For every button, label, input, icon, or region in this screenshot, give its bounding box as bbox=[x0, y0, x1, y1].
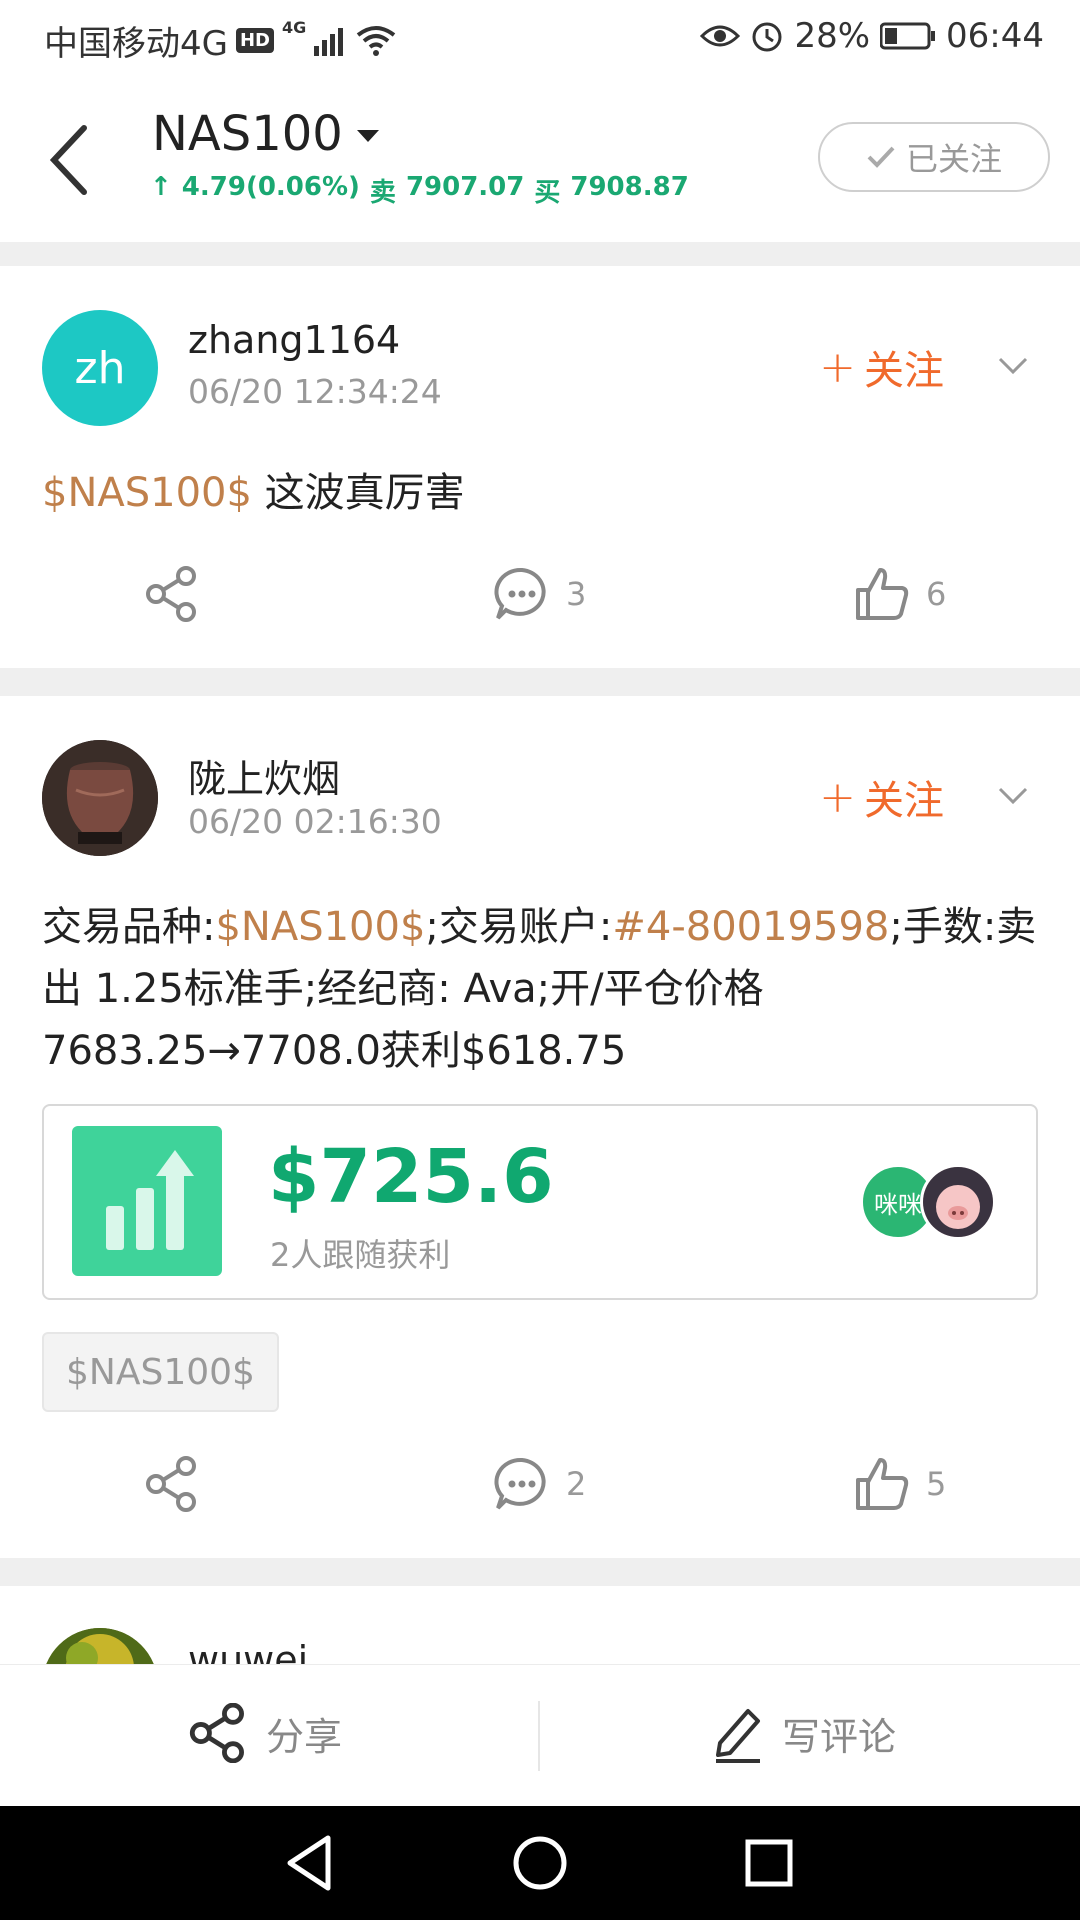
bar-divider bbox=[538, 1701, 540, 1771]
bar-chart-icon bbox=[72, 1126, 222, 1276]
comment-count: 3 bbox=[566, 575, 587, 613]
symbol-tag-link[interactable]: $NAS100$ bbox=[42, 470, 252, 516]
bottom-action-bar: 分享 写评论 bbox=[0, 1664, 1080, 1806]
nav-back-icon[interactable] bbox=[276, 1828, 346, 1898]
follow-label: 关注 bbox=[864, 348, 944, 394]
eye-icon bbox=[700, 25, 741, 47]
comment-action[interactable]: 3 bbox=[494, 566, 586, 622]
clock: 06:44 bbox=[946, 16, 1044, 56]
quote-sell-label: 卖 bbox=[369, 178, 396, 208]
post-card: zh zhang1164 06/20 12:34:24 + 关注 $NAS100… bbox=[0, 266, 1080, 668]
post-time: 06/20 12:34:24 bbox=[188, 372, 442, 411]
post-text-part: 交易品种: bbox=[42, 904, 216, 950]
share-button[interactable]: 分享 bbox=[188, 1703, 342, 1763]
vase-image bbox=[42, 740, 158, 856]
landscape-avatar-image bbox=[42, 1628, 158, 1664]
avatar[interactable]: zh bbox=[42, 310, 158, 426]
follow-button[interactable]: + 关注 bbox=[819, 338, 944, 396]
like-action[interactable]: 6 bbox=[854, 566, 946, 622]
quote-buy: 7908.87 bbox=[570, 172, 689, 202]
nav-recents-icon[interactable] bbox=[734, 1828, 804, 1898]
followed-label: 已关注 bbox=[905, 140, 1002, 178]
section-divider bbox=[0, 1558, 1080, 1586]
header: NAS100 ↑ 4.79(0.06%) 卖 7907.07 买 7908.87… bbox=[0, 76, 1080, 242]
follower-avatar bbox=[920, 1164, 996, 1240]
chevron-down-icon[interactable] bbox=[998, 780, 1028, 810]
quote-change: 4.79(0.06%) bbox=[181, 172, 360, 202]
post-actions: 3 6 bbox=[0, 566, 1080, 646]
system-nav-bar bbox=[0, 1806, 1080, 1920]
share-icon bbox=[146, 566, 196, 622]
post-body: 这波真厉害 bbox=[251, 470, 465, 516]
post-time: 06/20 02:16:30 bbox=[188, 802, 442, 841]
avatar[interactable] bbox=[42, 1628, 158, 1664]
status-left: 中国移动4G HD 4G bbox=[44, 16, 396, 65]
username[interactable]: wuwei bbox=[188, 1638, 308, 1664]
follow-button[interactable]: + 关注 bbox=[819, 768, 944, 826]
post-card: wuwei bbox=[0, 1586, 1080, 1664]
comment-bubble-icon bbox=[494, 567, 546, 620]
up-arrow-icon: ↑ bbox=[150, 172, 172, 202]
battery-percent: 28% bbox=[794, 16, 871, 56]
profit-subtitle: 2人跟随获利 bbox=[270, 1236, 451, 1274]
avatar-text: zh bbox=[74, 342, 126, 394]
symbol-tag-link[interactable]: $NAS100$ bbox=[215, 904, 425, 950]
quote-sell: 7907.07 bbox=[405, 172, 525, 202]
plus-icon: + bbox=[819, 771, 856, 823]
network-label: 4G bbox=[282, 18, 307, 37]
check-icon bbox=[867, 146, 895, 168]
thumbs-up-icon bbox=[856, 1458, 909, 1510]
chevron-down-icon[interactable] bbox=[998, 350, 1028, 380]
write-comment-button[interactable]: 写评论 bbox=[712, 1703, 896, 1763]
dropdown-caret-icon bbox=[356, 130, 379, 142]
comment-count: 2 bbox=[566, 1465, 587, 1503]
avatar[interactable] bbox=[42, 740, 158, 856]
symbol-chip[interactable]: $NAS100$ bbox=[42, 1332, 279, 1412]
post-actions: 2 5 bbox=[0, 1456, 1080, 1536]
post-text-part: ;交易账户: bbox=[425, 904, 613, 950]
wifi-icon bbox=[357, 25, 396, 56]
symbol-title: NAS100 bbox=[152, 106, 343, 162]
pencil-icon bbox=[716, 1709, 760, 1763]
battery-icon bbox=[880, 22, 936, 50]
like-action[interactable]: 5 bbox=[854, 1456, 946, 1512]
back-arrow-icon[interactable] bbox=[40, 120, 104, 200]
alarm-icon bbox=[752, 22, 782, 52]
thumbs-up-icon bbox=[856, 568, 909, 620]
post-text: $NAS100$ 这波真厉害 bbox=[42, 462, 1042, 524]
like-count: 5 bbox=[926, 1465, 947, 1503]
like-count: 6 bbox=[926, 575, 947, 613]
carrier-label: 中国移动4G bbox=[44, 24, 228, 64]
plus-icon: + bbox=[819, 341, 856, 393]
pig-avatar-image bbox=[923, 1167, 993, 1237]
username[interactable]: zhang1164 bbox=[188, 318, 400, 362]
comment-bubble-icon bbox=[494, 1457, 546, 1510]
write-comment-label: 写评论 bbox=[782, 1714, 897, 1759]
followed-button[interactable]: 已关注 bbox=[818, 122, 1050, 192]
section-divider bbox=[0, 668, 1080, 696]
quote-buy-label: 买 bbox=[534, 178, 561, 208]
nav-home-icon[interactable] bbox=[505, 1828, 575, 1898]
follow-label: 关注 bbox=[864, 778, 944, 824]
follower-avatar-text: 咪咪 bbox=[874, 1190, 922, 1219]
hd-badge: HD bbox=[235, 28, 274, 53]
share-label: 分享 bbox=[266, 1714, 343, 1759]
post-text: 交易品种:$NAS100$;交易账户:#4-80019598;手数:卖出 1.2… bbox=[42, 896, 1042, 1082]
symbol-selector[interactable]: NAS100 bbox=[152, 106, 379, 162]
share-action[interactable] bbox=[144, 566, 200, 622]
share-icon bbox=[146, 1456, 196, 1512]
comment-action[interactable]: 2 bbox=[494, 1456, 586, 1512]
status-bar: 中国移动4G HD 4G 28% 06:44 bbox=[0, 0, 1080, 76]
status-right: 28% 06:44 bbox=[700, 16, 1044, 56]
profit-value: $725.6 bbox=[268, 1134, 554, 1220]
share-icon bbox=[189, 1703, 244, 1763]
section-divider bbox=[0, 242, 1080, 266]
signal-icon bbox=[314, 27, 344, 56]
share-action[interactable] bbox=[144, 1456, 200, 1512]
account-tag-link[interactable]: #4-80019598 bbox=[612, 904, 889, 950]
username[interactable]: 陇上炊烟 bbox=[188, 748, 340, 803]
post-card: 陇上炊烟 06/20 02:16:30 + 关注 交易品种:$NAS100$;交… bbox=[0, 696, 1080, 1558]
quote-line: ↑ 4.79(0.06%) 卖 7907.07 买 7908.87 bbox=[150, 172, 689, 209]
follow-profit-card[interactable]: $725.6 2人跟随获利 咪咪 bbox=[42, 1104, 1038, 1300]
